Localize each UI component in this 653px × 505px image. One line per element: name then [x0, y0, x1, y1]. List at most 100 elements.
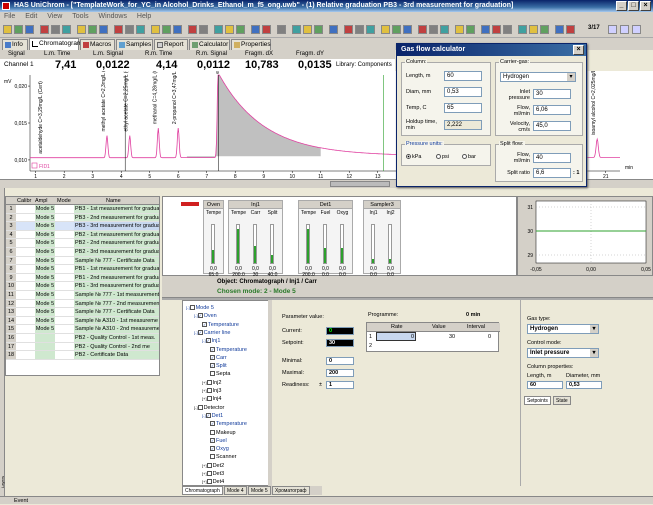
radio-psi[interactable] [436, 154, 441, 160]
tab-chromatograph[interactable]: Chromatograph [182, 486, 223, 495]
tree-checkbox[interactable] [206, 479, 212, 485]
tree-checkbox[interactable]: ✓ [202, 321, 207, 327]
device-channel[interactable]: Tempe 0,0 65,0 [206, 210, 221, 278]
dlg-velocity-input[interactable]: 45,0 [533, 121, 571, 131]
tree-node[interactable]: [+] Inj4 [202, 395, 221, 403]
row-name[interactable]: PB1 - 2nd measurement for gradua [74, 273, 159, 282]
row-mode[interactable]: Mode 5 [35, 265, 55, 273]
device-channel[interactable]: Oxyg 0,0 0,0 [335, 210, 350, 278]
tab-properties[interactable]: Properties [231, 39, 271, 50]
toolbar-button[interactable] [440, 25, 449, 34]
prog-row1-interval[interactable]: 0 [488, 334, 491, 340]
tree-checkbox[interactable]: ✓ [210, 346, 215, 352]
row-mode[interactable]: Mode 5 [35, 256, 55, 265]
row-mode[interactable]: Mode 5 [35, 316, 55, 325]
toolbar-button[interactable] [151, 25, 160, 34]
row-mode[interactable]: Mode 5 [35, 247, 55, 256]
tree-node[interactable]: [+] Det2 [202, 462, 224, 470]
tab-chromatogram[interactable]: Chromatogram [29, 38, 82, 50]
dlg-temp-input[interactable]: 65 [444, 103, 482, 113]
nav-arrow-icon[interactable] [632, 25, 641, 34]
toolbar-button[interactable] [555, 25, 564, 34]
row-name[interactable]: Sample № 777 - Certificate Data [74, 256, 159, 265]
toolbar-button[interactable] [429, 25, 438, 34]
tree-checkbox[interactable] [206, 379, 212, 385]
toolbar-button[interactable] [455, 25, 464, 34]
tree-checkbox[interactable]: ✓ [205, 412, 211, 418]
tree-node[interactable]: ✓ Oxyg [210, 445, 229, 453]
tree-checkbox[interactable]: ✓ [197, 313, 203, 319]
tab-mode-5[interactable]: Mode 5 [248, 486, 271, 495]
table-row[interactable]: 18 PB2 - Certificate Data [6, 351, 159, 360]
table-row[interactable]: 10 Mode 5 PB1 - 3rd measurement for gradua [6, 282, 159, 291]
toolbar-button[interactable] [114, 25, 123, 34]
table-row[interactable]: 16 PB2 - Quality Control - 1st meas. [6, 333, 159, 343]
minimal-field[interactable]: 0 [326, 357, 354, 365]
row-mode[interactable]: Mode 5 [35, 239, 55, 247]
row-mode[interactable]: Mode 5 [35, 282, 55, 290]
dlg-length-input[interactable]: 60 [444, 71, 482, 81]
table-row[interactable]: 14 Mode 5 Sample № A310 - 1st measureme [6, 316, 159, 326]
menu-edit[interactable]: Edit [25, 13, 37, 20]
table-row[interactable]: 3 Mode 5 PB3 - 3rd measurement for gradua [6, 222, 159, 231]
toolbar-button[interactable] [292, 25, 301, 34]
tree-node[interactable]: Makeup [210, 429, 236, 437]
tree-node[interactable]: ✓ Carr [210, 354, 227, 362]
menu-view[interactable]: View [47, 13, 62, 20]
toolbar-button[interactable] [214, 25, 223, 34]
dlg-flow-input[interactable]: 6,06 [533, 105, 571, 115]
table-row[interactable]: 11 Mode 5 Sample № 777 - 1st measurement [6, 290, 159, 300]
row-name[interactable]: Sample № A310 - 1st measureme [74, 316, 159, 325]
tree-checkbox[interactable] [197, 404, 203, 410]
toolbar-button[interactable] [262, 25, 271, 34]
tree-checkbox[interactable] [206, 396, 212, 402]
table-row[interactable]: 6 Mode 5 PB2 - 3rd measurement for gradua [6, 247, 159, 257]
row-name[interactable]: PB1 - 3rd measurement for gradua [74, 282, 159, 290]
menu-windows[interactable]: Windows [99, 13, 127, 20]
row-name[interactable]: PB2 - Certificate Data [74, 351, 159, 359]
toolbar-button[interactable] [62, 25, 71, 34]
tab-samples[interactable]: Samples [116, 39, 153, 50]
row-mode[interactable]: Mode 5 [35, 290, 55, 299]
tree-node[interactable]: ✓ Temperature [202, 321, 239, 329]
row-mode[interactable]: Mode 5 [35, 222, 55, 230]
toolbar-button[interactable] [277, 25, 286, 34]
tab-state[interactable]: State [553, 396, 571, 405]
row-name[interactable]: Sample № A310 - 2nd measureme [74, 325, 159, 333]
toolbar-button[interactable] [314, 25, 323, 34]
tree-node[interactable]: [-]✓ Carrier line [194, 329, 230, 337]
tree-checkbox[interactable]: ✓ [210, 437, 215, 443]
row-name[interactable]: PB2 - Quality Control - 2nd me [74, 342, 159, 351]
device-channel[interactable]: Inj2 0,0 0,0 [383, 210, 398, 278]
table-row[interactable]: 5 Mode 5 PB2 - 2nd measurement for gradua [6, 239, 159, 248]
table-row[interactable]: 9 Mode 5 PB1 - 2nd measurement for gradua [6, 273, 159, 283]
prog-row1-rate[interactable]: 0 [411, 334, 414, 340]
row-mode[interactable] [35, 351, 55, 359]
device-channel[interactable]: Tempe 0,0 200,0 [301, 210, 316, 278]
toolbar-button[interactable] [162, 25, 171, 34]
tree-checkbox[interactable]: ✓ [210, 354, 215, 360]
row-name[interactable]: PB2 - 1st measurement for gradua [74, 230, 159, 239]
row-name[interactable]: PB3 - 3rd measurement for gradua [74, 222, 159, 230]
device-channel[interactable]: Carr 0,0 30 [248, 210, 263, 278]
dlg-carrier-select[interactable]: Hydrogen [500, 72, 576, 82]
row-mode[interactable]: Mode 5 [35, 308, 55, 316]
tab-calculator[interactable]: Calculator [189, 39, 230, 50]
row-mode[interactable]: Mode 5 [35, 325, 55, 333]
tree-node[interactable]: ✓ Split [210, 362, 227, 370]
toolbar-button[interactable] [366, 25, 375, 34]
tree-checkbox[interactable] [189, 305, 195, 311]
table-row[interactable]: 8 Mode 5 PB1 - 1st measurement for gradua [6, 265, 159, 274]
row-mode[interactable]: Mode 5 [35, 299, 55, 308]
close-button[interactable]: × [640, 1, 651, 11]
tree-node[interactable]: [-] Mode 5 [186, 304, 214, 312]
toolbar-button[interactable] [51, 25, 60, 34]
toolbar-button[interactable] [540, 25, 549, 34]
dlg-diam-input[interactable]: 0,53 [444, 87, 482, 97]
nav-arrow-icon[interactable] [620, 25, 629, 34]
table-row[interactable]: 7 Mode 5 Sample № 777 - Certificate Data [6, 256, 159, 266]
toolbar-button[interactable] [566, 25, 575, 34]
tree-node[interactable]: ✓ Temperature [210, 346, 247, 354]
toolbar-button[interactable] [355, 25, 364, 34]
tree-node[interactable]: [+] Det3 [202, 470, 224, 478]
